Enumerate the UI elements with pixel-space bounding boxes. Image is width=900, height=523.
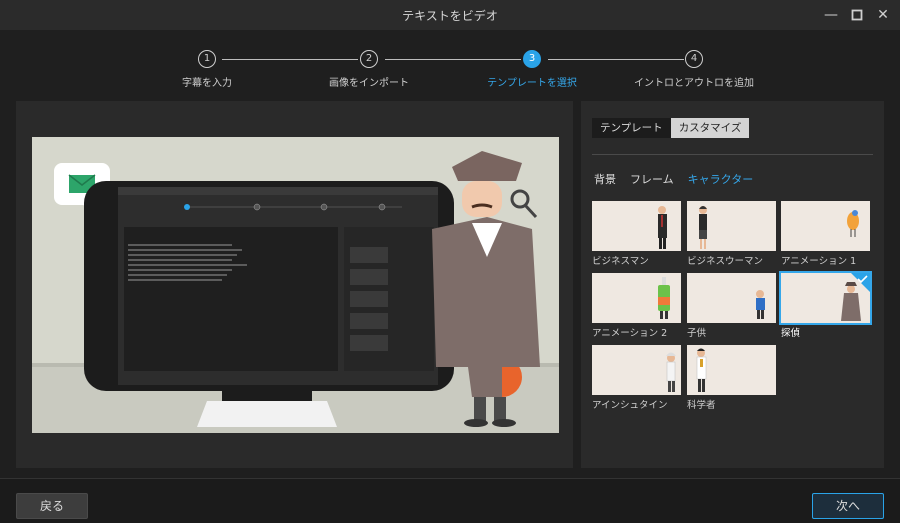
- character-animation-2[interactable]: [592, 273, 681, 323]
- step-4[interactable]: 4 イントロとアウトロを追加: [629, 50, 759, 89]
- step-label: イントロとアウトロを追加: [634, 78, 754, 89]
- step-label: テンプレートを選択: [487, 78, 577, 89]
- step-number: 1: [198, 50, 216, 68]
- subtab-character[interactable]: キャラクター: [688, 171, 754, 187]
- character-label: アインシュタイン: [592, 400, 668, 411]
- character-label: アニメーション 1: [781, 256, 857, 267]
- step-number: 2: [360, 50, 378, 68]
- character-label: ビジネスマン: [592, 256, 649, 267]
- character-label: 科学者: [687, 400, 716, 411]
- preview-scene: [32, 137, 559, 433]
- character-label: 探偵: [781, 328, 801, 339]
- tab-template[interactable]: テンプレート: [592, 118, 671, 138]
- step-number: 4: [685, 50, 703, 68]
- character-label: アニメーション 2: [592, 328, 668, 339]
- step-number: 3: [523, 50, 541, 68]
- title-bar: テキストをビデオ — ✕: [0, 0, 900, 30]
- back-button[interactable]: 戻る: [16, 493, 88, 519]
- character-businesswoman[interactable]: [687, 201, 776, 251]
- character-label: ビジネスウーマン: [687, 256, 764, 267]
- character-label: 子供: [687, 328, 707, 339]
- footer-bar: 戻る 次へ: [0, 478, 900, 523]
- tab-customize[interactable]: カスタマイズ: [670, 118, 750, 138]
- template-panel: テンプレート カスタマイズ 背景 フレーム キャラクター ビジネスマン ビジネス…: [581, 101, 884, 468]
- maximize-icon[interactable]: [846, 5, 868, 25]
- preview-panel: [16, 101, 573, 468]
- customize-subtabs: 背景 フレーム キャラクター: [594, 171, 753, 187]
- character-detective[interactable]: [779, 271, 872, 325]
- step-3[interactable]: 3 テンプレートを選択: [467, 50, 597, 89]
- window-title: テキストをビデオ: [402, 9, 498, 23]
- subtab-frame[interactable]: フレーム: [630, 171, 674, 187]
- preview-illustration: [32, 137, 559, 433]
- divider: [592, 154, 873, 155]
- step-label: 字幕を入力: [182, 78, 232, 89]
- character-businessman[interactable]: [592, 201, 681, 251]
- character-child[interactable]: [687, 273, 776, 323]
- subtab-background[interactable]: 背景: [594, 171, 616, 187]
- wizard-steps: 1 字幕を入力 2 画像をインポート 3 テンプレートを選択 4 イントロとアウ…: [0, 30, 900, 100]
- character-einstein[interactable]: [592, 345, 681, 395]
- character-animation-1[interactable]: [781, 201, 870, 251]
- step-2[interactable]: 2 画像をインポート: [304, 50, 434, 89]
- step-label: 画像をインポート: [329, 78, 409, 89]
- close-icon[interactable]: ✕: [872, 5, 894, 25]
- text-to-video-window: テキストをビデオ — ✕ 1 字幕を入力 2 画像をインポート 3 テンプレート…: [0, 0, 900, 523]
- panel-tabs: テンプレート カスタマイズ: [592, 118, 750, 138]
- character-scientist[interactable]: [687, 345, 776, 395]
- minimize-icon[interactable]: —: [820, 5, 842, 25]
- step-1[interactable]: 1 字幕を入力: [142, 50, 272, 89]
- next-button[interactable]: 次へ: [812, 493, 884, 519]
